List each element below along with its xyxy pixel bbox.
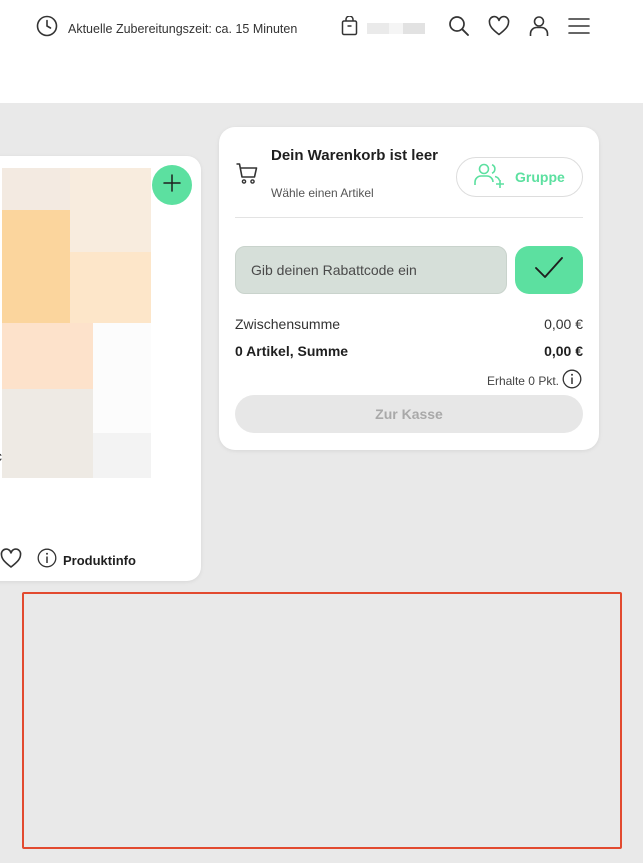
product-info-label: Produktinfo [63,553,136,568]
plus-icon [162,173,182,198]
shopping-bag-icon [341,15,358,41]
apply-coupon-button[interactable] [515,246,583,294]
image-tile [2,323,93,389]
image-tile [2,210,70,323]
points-text: Erhalte 0 Pkt. [486,373,559,388]
checkout-button[interactable]: Zur Kasse [235,395,583,433]
user-icon[interactable] [527,14,551,38]
heart-icon[interactable] [487,14,511,38]
info-icon[interactable] [562,369,582,392]
product-card[interactable]: c Produktinfo [0,156,201,581]
empty-cart-title: Dein Warenkorb ist leer [271,147,438,164]
image-tile [93,433,151,478]
cart-summary[interactable] [341,15,425,41]
subtotal-label: Zwischensumme [235,316,341,332]
add-group-icon [473,162,507,193]
image-tile [2,389,93,478]
subtotal-value: 0,00 € [544,316,583,332]
total-label: 0 Artikel, Summe [235,343,349,359]
cart-panel: Dein Warenkorb ist leer Wähle einen Arti… [219,127,599,450]
cart-divider [235,217,583,218]
empty-cart-subtitle: Wähle einen Artikel [271,186,374,200]
image-tile [70,252,151,323]
image-tile [70,168,151,252]
product-image[interactable] [2,168,151,478]
total-value: 0,00 € [544,343,583,359]
add-to-cart-button[interactable] [152,165,192,205]
image-tile [93,323,151,433]
subtotal-row: Zwischensumme 0,00 € [235,316,583,332]
group-order-button[interactable]: Gruppe [456,157,583,197]
top-header: Aktuelle Zubereitungszeit: ca. 15 Minute… [0,0,643,103]
total-row: 0 Artikel, Summe 0,00 € [235,343,583,359]
cart-amount-placeholder [367,23,425,34]
cart-icon [235,161,259,190]
search-icon[interactable] [447,14,471,38]
product-name-fragment: c [0,448,2,464]
coupon-code-input[interactable] [235,246,507,294]
info-icon [37,548,57,573]
product-info-button[interactable]: Produktinfo [37,548,136,573]
favorite-heart-icon[interactable] [0,547,23,574]
product-card-footer: Produktinfo [0,547,136,574]
clock-icon [36,15,58,42]
image-tile [2,168,70,210]
highlight-region [22,592,622,849]
prep-time-indicator: Aktuelle Zubereitungszeit: ca. 15 Minute… [36,15,297,42]
loyalty-points: Erhalte 0 Pkt. [487,369,582,392]
prep-time-text: Aktuelle Zubereitungszeit: ca. 15 Minute… [68,21,298,36]
menu-icon[interactable] [567,14,591,38]
group-button-label: Gruppe [515,169,565,185]
check-icon [533,255,565,286]
